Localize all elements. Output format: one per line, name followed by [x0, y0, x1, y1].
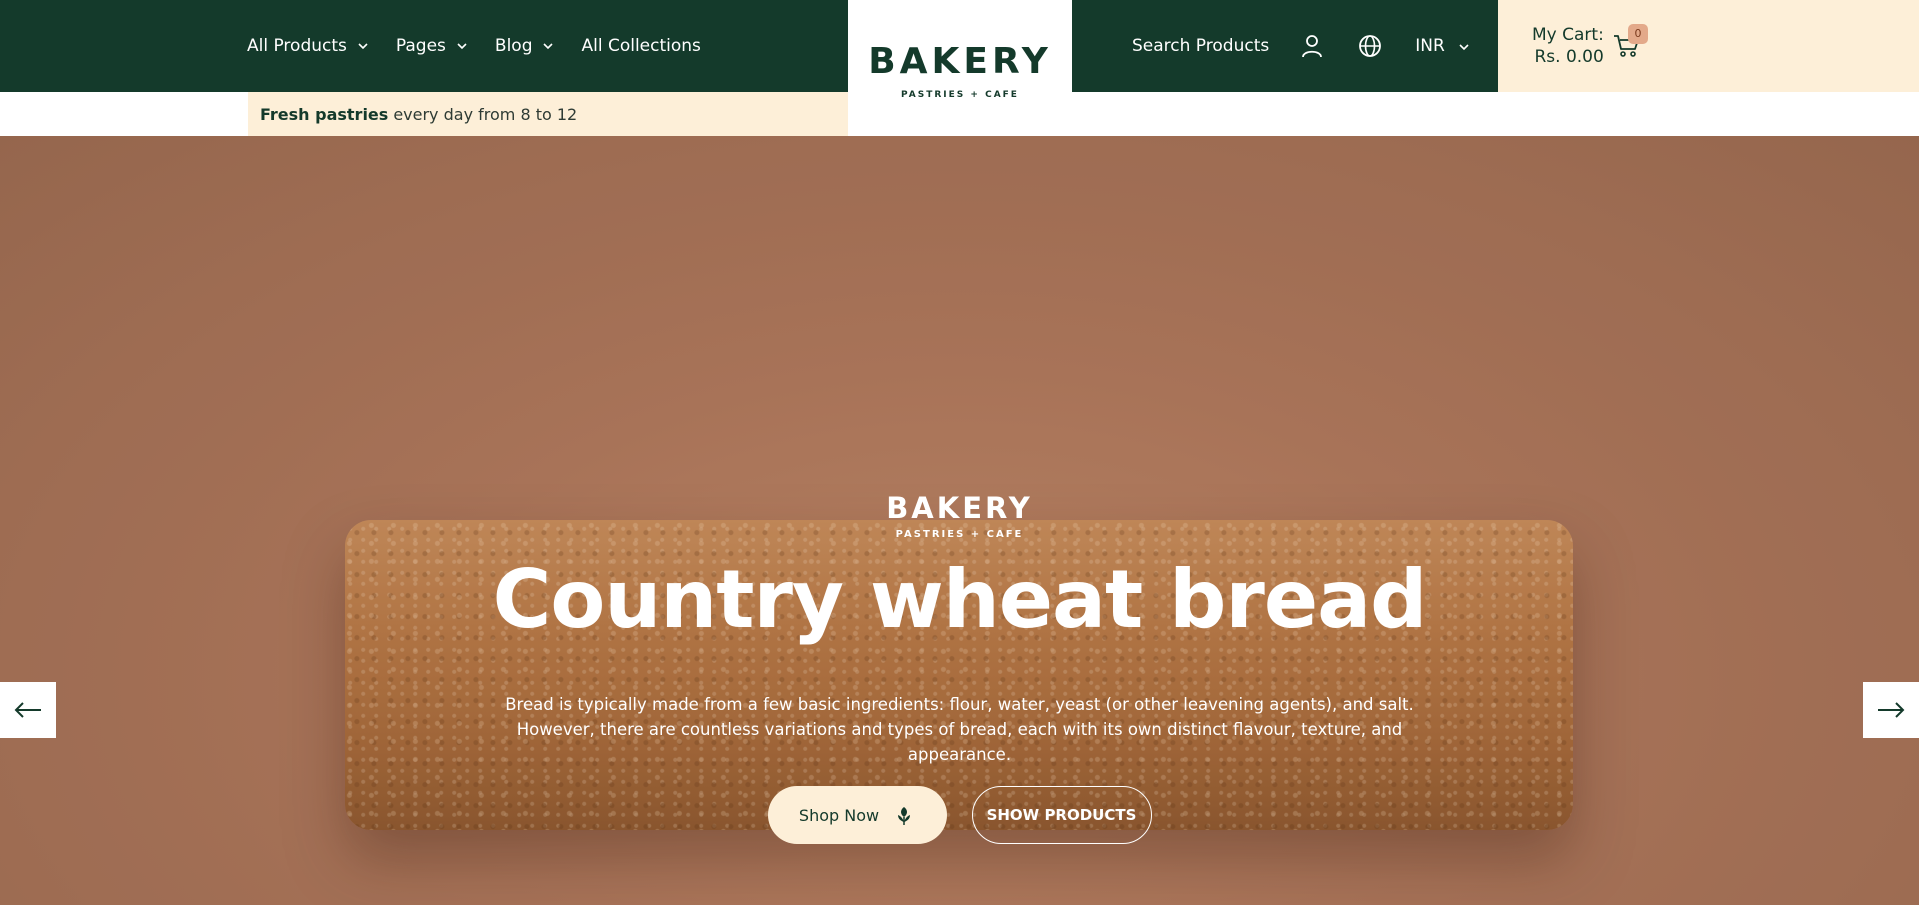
nav-pages-label: Pages	[395, 36, 446, 56]
arrow-left-icon	[14, 702, 41, 718]
header-actions: Search Products INR	[1132, 0, 1471, 92]
hero-title: Country wheat bread	[492, 553, 1428, 646]
nav-all-products[interactable]: All Products	[247, 36, 372, 56]
slider-prev-button[interactable]	[0, 682, 56, 738]
arrow-right-icon	[1878, 702, 1905, 718]
wheat-icon	[898, 807, 911, 825]
chevron-down-icon	[455, 38, 471, 54]
logo-tagline: PASTRIES + CAFE	[901, 90, 1019, 100]
user-icon[interactable]	[1299, 33, 1325, 59]
shop-now-button[interactable]: Shop Now	[767, 786, 947, 844]
cart-count-badge: 0	[1628, 24, 1648, 44]
site-logo[interactable]: BAKERY PASTRIES + CAFE	[848, 0, 1072, 153]
currency-selector[interactable]: INR	[1415, 36, 1471, 56]
nav-pages[interactable]: Pages	[396, 36, 471, 56]
nav-all-collections-label: All Collections	[581, 36, 701, 56]
logo-wordmark: BAKERY	[868, 41, 1052, 82]
slider-next-button[interactable]	[1863, 682, 1919, 738]
globe-icon[interactable]	[1357, 33, 1383, 59]
hero-banner: BAKERY PASTRIES + CAFE Country wheat bre…	[0, 136, 1919, 905]
promo-bar: Fresh pastries every day from 8 to 12	[248, 92, 848, 136]
show-products-button[interactable]: SHOW PRODUCTS	[971, 786, 1152, 844]
chevron-down-icon	[1457, 39, 1471, 53]
search-products-link[interactable]: Search Products	[1132, 36, 1269, 56]
nav-all-products-label: All Products	[247, 36, 347, 56]
promo-text: every day from 8 to 12	[393, 104, 578, 124]
hero-logo: BAKERY PASTRIES + CAFE	[0, 491, 1919, 541]
hero-actions: Shop Now SHOW PRODUCTS	[0, 786, 1919, 844]
shop-now-label: Shop Now	[798, 805, 880, 825]
promo-bold: Fresh pastries	[260, 104, 389, 124]
cart-text: My Cart: Rs. 0.00	[1532, 24, 1604, 68]
hero-logo-wordmark: BAKERY	[886, 491, 1033, 525]
cart-label: My Cart:	[1532, 25, 1604, 45]
hero-logo-tagline: PASTRIES + CAFE	[895, 529, 1024, 540]
chevron-down-icon	[356, 38, 372, 54]
hero-description: Bread is typically made from a few basic…	[505, 695, 1414, 764]
main-nav: All Products Pages Blog All Collections	[247, 0, 725, 92]
nav-all-collections[interactable]: All Collections	[581, 36, 700, 56]
cart-total: Rs. 0.00	[1534, 47, 1604, 67]
nav-blog[interactable]: Blog	[495, 36, 558, 56]
currency-label: INR	[1415, 36, 1445, 56]
chevron-down-icon	[541, 38, 557, 54]
cart-summary[interactable]: My Cart: Rs. 0.00 0	[1498, 0, 1919, 92]
nav-blog-label: Blog	[494, 36, 533, 56]
